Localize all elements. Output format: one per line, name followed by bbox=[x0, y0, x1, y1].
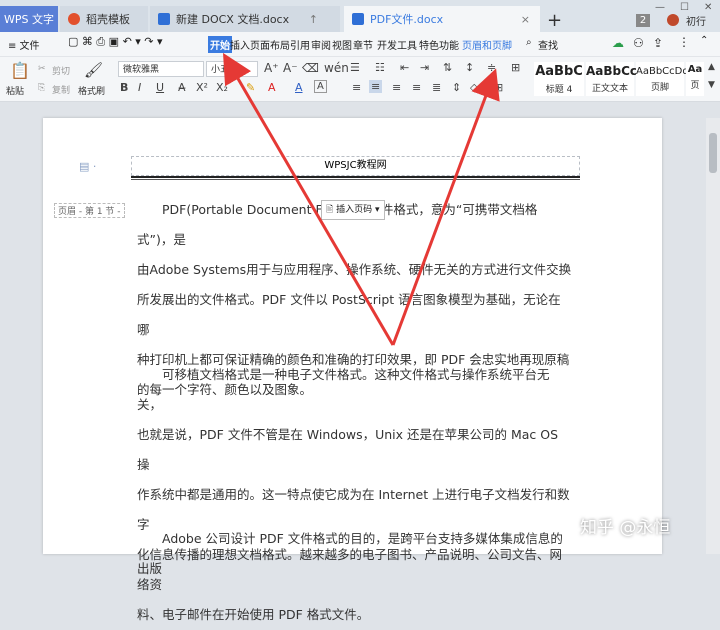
arrow-to-borders-button bbox=[391, 68, 500, 346]
watermark: 知乎 @永恒 bbox=[580, 518, 671, 538]
arrow-to-start-tab bbox=[222, 52, 395, 346]
annotation-arrows bbox=[222, 52, 500, 346]
text-line: 料、电子邮件在开始使用 PDF 格式文件。 bbox=[137, 607, 370, 622]
